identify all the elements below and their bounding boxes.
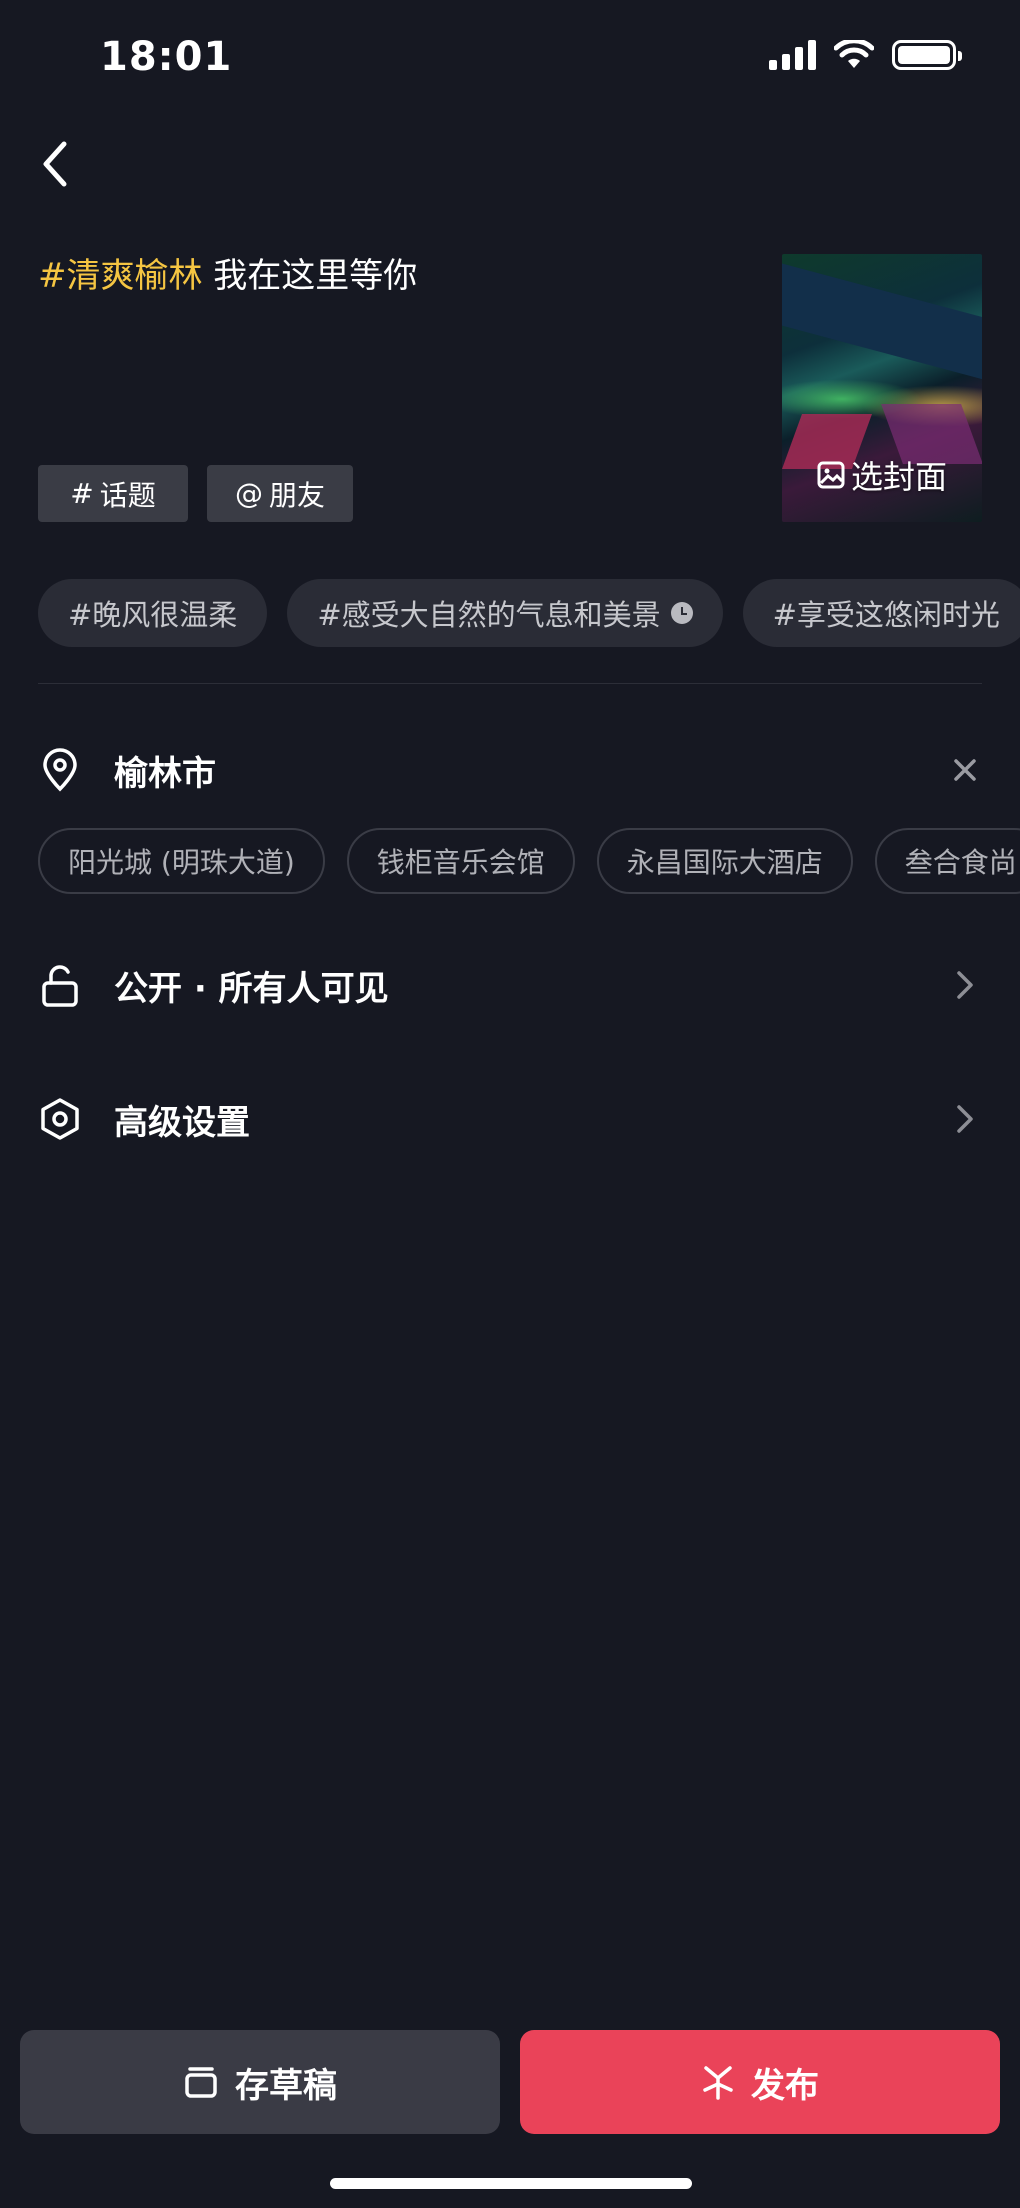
hash-icon: #: [70, 477, 94, 510]
add-topic-label: 话题: [99, 478, 156, 512]
add-topic-button[interactable]: # 话题: [38, 465, 188, 522]
location-row[interactable]: 榆林市: [38, 735, 982, 805]
location-suggestion-chip[interactable]: 永昌国际大酒店: [596, 828, 853, 894]
select-cover-label: 选封面: [850, 458, 947, 496]
suggested-hashtag-label: #感受大自然的气息和美景: [317, 598, 661, 632]
save-draft-button[interactable]: 存草稿: [20, 2030, 500, 2134]
unlock-icon: [38, 963, 82, 1007]
suggested-hashtag-label: #享受这悠闲时光: [772, 598, 1000, 632]
status-time: 18:01: [100, 34, 233, 80]
publish-button[interactable]: 发布: [520, 2030, 1000, 2134]
location-suggestions: 阳光城 (明珠大道) 钱柜音乐会馆 永昌国际大酒店 叁合食尚: [38, 828, 1020, 894]
sparkle-icon: [703, 2066, 733, 2100]
caption-hashtag: #清爽榆林: [38, 256, 203, 296]
close-icon: [954, 759, 976, 781]
location-suggestion-chip[interactable]: 阳光城 (明珠大道): [38, 828, 325, 894]
status-icons: [769, 40, 962, 70]
draft-box-icon: [185, 2067, 217, 2098]
cellular-signal-icon: [769, 40, 816, 70]
suggested-hashtag-chip[interactable]: #享受这悠闲时光: [742, 579, 1020, 647]
save-draft-label: 存草稿: [235, 2065, 337, 2106]
visibility-row[interactable]: 公开 · 所有人可见: [38, 950, 982, 1020]
cover-thumbnail[interactable]: 选封面: [782, 254, 982, 522]
location-suggestion-chip[interactable]: 钱柜音乐会馆: [346, 828, 575, 894]
suggested-hashtags: #晚风很温柔 #感受大自然的气息和美景 #享受这悠闲时光: [38, 579, 1020, 647]
advanced-settings-label: 高级设置: [114, 1102, 250, 1143]
suggested-hashtag-label: #晚风很温柔: [68, 598, 238, 632]
publish-label: 发布: [751, 2065, 819, 2106]
suggested-hashtag-chip[interactable]: #感受大自然的气息和美景: [287, 579, 723, 647]
back-button[interactable]: [34, 136, 82, 192]
divider: [38, 683, 982, 684]
clear-location-button[interactable]: [948, 753, 982, 787]
mention-friend-button[interactable]: @ 朋友: [207, 465, 353, 522]
chevron-right-icon: [948, 968, 982, 1002]
visibility-label: 公开 · 所有人可见: [114, 968, 389, 1009]
image-icon: [817, 461, 845, 489]
suggested-hashtag-chip[interactable]: #晚风很温柔: [38, 579, 268, 647]
clock-icon: [670, 602, 693, 624]
advanced-settings-row[interactable]: 高级设置: [38, 1084, 982, 1154]
select-cover-button[interactable]: 选封面: [782, 452, 982, 498]
caption-input[interactable]: #清爽榆林 我在这里等你: [38, 252, 417, 300]
location-pin-icon: [38, 748, 82, 792]
mention-friend-label: 朋友: [268, 478, 325, 512]
caption-text: 我在这里等你: [202, 256, 418, 296]
at-icon: @: [234, 477, 263, 510]
home-indicator[interactable]: [330, 2178, 692, 2189]
battery-icon: [892, 40, 962, 70]
location-suggestion-chip[interactable]: 叁合食尚: [874, 828, 1020, 894]
chevron-left-icon: [43, 141, 67, 187]
settings-hexagon-icon: [38, 1097, 82, 1141]
location-label: 榆林市: [114, 753, 216, 794]
wifi-icon: [834, 40, 874, 68]
chevron-right-icon: [948, 1102, 982, 1136]
